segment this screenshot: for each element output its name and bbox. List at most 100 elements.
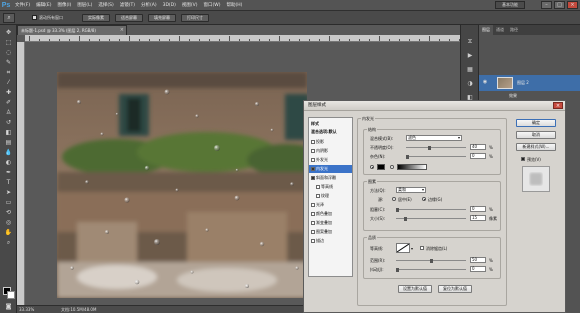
layer-name[interactable]: 图层 2 xyxy=(479,78,580,88)
style-checkbox[interactable] xyxy=(311,238,315,243)
preview-checkbox[interactable] xyxy=(521,157,525,161)
tab-layers[interactable]: 图层 xyxy=(479,25,493,35)
glow-gradient-swatch[interactable] xyxy=(397,164,427,170)
type-tool-icon[interactable]: T xyxy=(3,178,14,187)
reset-default-button[interactable]: 复位为默认值 xyxy=(438,285,472,293)
maximize-button[interactable]: □ xyxy=(554,1,565,9)
crop-tool-icon[interactable]: ⌗ xyxy=(3,68,14,77)
dodge-tool-icon[interactable]: ◐ xyxy=(3,158,14,167)
style-item-stroke[interactable]: 描边 xyxy=(309,237,352,245)
style-checkbox[interactable] xyxy=(311,166,315,171)
noise-input[interactable]: 0 xyxy=(470,153,486,159)
pen-tool-icon[interactable]: ✒ xyxy=(3,168,14,177)
canvas-image[interactable] xyxy=(57,72,307,298)
opacity-slider-knob[interactable] xyxy=(428,146,431,150)
opacity-input[interactable]: 40 xyxy=(470,144,486,150)
menu-image[interactable]: 图像(I) xyxy=(54,2,74,8)
tab-channels[interactable]: 通道 xyxy=(493,25,507,35)
blur-tool-icon[interactable]: 💧 xyxy=(3,148,14,157)
style-checkbox[interactable] xyxy=(311,220,315,225)
size-input[interactable]: 15 xyxy=(470,215,486,221)
adjustments-panel-icon[interactable]: ◑ xyxy=(465,79,475,89)
workspace-switcher[interactable]: 基本功能 xyxy=(495,1,525,9)
menu-help[interactable]: 帮助(H) xyxy=(223,2,245,8)
stamp-tool-icon[interactable]: ♙ xyxy=(3,108,14,117)
zoom-tool-icon[interactable]: ⌕ xyxy=(3,238,14,247)
print-size-button[interactable]: 打印尺寸 xyxy=(181,14,209,22)
make-default-button[interactable]: 设置为默认值 xyxy=(398,285,432,293)
swatches-panel-icon[interactable]: ▦ xyxy=(465,65,475,75)
glow-color-swatch[interactable] xyxy=(377,164,385,170)
style-checkbox[interactable] xyxy=(311,148,315,153)
healing-tool-icon[interactable]: ✚ xyxy=(3,88,14,97)
contour-picker[interactable] xyxy=(396,243,410,253)
chevron-down-icon[interactable]: ▾ xyxy=(411,246,413,251)
3d-rotate-tool-icon[interactable]: ⟲ xyxy=(3,208,14,217)
zoom-tool-icon[interactable]: ⌕ xyxy=(3,13,15,23)
menu-layer[interactable]: 图层(L) xyxy=(74,2,95,8)
actual-pixels-button[interactable]: 实际像素 xyxy=(82,14,110,22)
style-checkbox[interactable] xyxy=(311,202,315,207)
menu-window[interactable]: 窗口(W) xyxy=(200,2,223,8)
3d-orbit-tool-icon[interactable]: ◎ xyxy=(3,218,14,227)
move-tool-icon[interactable]: ✥ xyxy=(3,28,14,37)
technique-select[interactable]: 柔和 ▾ xyxy=(396,187,426,193)
source-edge-radio[interactable] xyxy=(422,197,426,201)
solid-color-radio[interactable] xyxy=(370,165,374,169)
choke-slider-knob[interactable] xyxy=(396,208,399,212)
shape-tool-icon[interactable]: ▭ xyxy=(3,198,14,207)
style-item-pattern-overlay[interactable]: 图案叠加 xyxy=(309,228,352,236)
eraser-tool-icon[interactable]: ◧ xyxy=(3,128,14,137)
style-item-texture[interactable]: 纹理 xyxy=(309,192,352,200)
menu-file[interactable]: 文件(F) xyxy=(12,2,33,8)
style-item-inner-glow[interactable]: 内发光 xyxy=(309,165,352,173)
fit-screen-button[interactable]: 适合屏幕 xyxy=(115,14,143,22)
style-checkbox[interactable] xyxy=(311,229,315,234)
size-slider-knob[interactable] xyxy=(404,217,407,221)
noise-slider-knob[interactable] xyxy=(406,155,409,159)
antialias-checkbox[interactable] xyxy=(420,246,424,250)
range-slider-knob[interactable] xyxy=(430,259,433,263)
style-checkbox[interactable] xyxy=(316,193,320,198)
dialog-close-button[interactable]: × xyxy=(553,102,563,109)
menu-3d[interactable]: 3D(D) xyxy=(160,3,179,8)
close-tab-icon[interactable]: × xyxy=(120,26,124,35)
quick-select-tool-icon[interactable]: ✎ xyxy=(3,58,14,67)
style-checkbox[interactable] xyxy=(316,184,320,189)
style-checkbox[interactable] xyxy=(311,139,315,144)
style-checkbox[interactable] xyxy=(311,211,315,216)
style-item-contour[interactable]: 等高线 xyxy=(309,183,352,191)
history-brush-icon[interactable]: ↺ xyxy=(3,118,14,127)
history-panel-icon[interactable]: ⧖ xyxy=(465,37,475,47)
eyedropper-tool-icon[interactable]: ⁄ xyxy=(3,78,14,87)
menu-filter[interactable]: 滤镜(T) xyxy=(117,2,138,8)
menu-edit[interactable]: 编辑(E) xyxy=(33,2,54,8)
choke-slider[interactable] xyxy=(396,209,466,210)
style-item-outer-glow[interactable]: 外发光 xyxy=(309,156,352,164)
style-list-header[interactable]: 样式 xyxy=(309,120,352,128)
fill-screen-button[interactable]: 填充屏幕 xyxy=(148,14,176,22)
actions-panel-icon[interactable]: ▶ xyxy=(465,51,475,61)
jitter-slider[interactable] xyxy=(396,269,466,270)
style-item-bevel-emboss[interactable]: 斜面和浮雕 xyxy=(309,174,352,182)
style-checkbox[interactable] xyxy=(311,157,315,162)
new-style-button[interactable]: 新建样式(W)... xyxy=(516,143,556,151)
close-window-button[interactable]: × xyxy=(567,1,578,9)
choke-input[interactable]: 0 xyxy=(470,206,486,212)
scroll-all-windows-checkbox[interactable] xyxy=(32,15,37,20)
marquee-tool-icon[interactable]: ⬚ xyxy=(3,38,14,47)
menu-view[interactable]: 视图(V) xyxy=(179,2,201,8)
jitter-input[interactable]: 0 xyxy=(470,266,486,272)
style-item-inner-shadow[interactable]: 内阴影 xyxy=(309,147,352,155)
style-item-gradient-overlay[interactable]: 渐变叠加 xyxy=(309,219,352,227)
range-input[interactable]: 50 xyxy=(470,257,486,263)
blend-mode-select[interactable]: 滤色 ▾ xyxy=(406,135,462,141)
style-checkbox[interactable] xyxy=(311,175,315,180)
style-item-satin[interactable]: 光泽 xyxy=(309,201,352,209)
gradient-tool-icon[interactable]: ▤ xyxy=(3,138,14,147)
document-tab[interactable]: 未标题-1.psd @ 33.3% (图层 2, RGB/8) × xyxy=(17,25,127,35)
noise-slider[interactable] xyxy=(406,156,466,157)
cancel-button[interactable]: 取消 xyxy=(516,131,556,139)
path-select-tool-icon[interactable]: ➤ xyxy=(3,188,14,197)
minimize-button[interactable]: – xyxy=(541,1,552,9)
